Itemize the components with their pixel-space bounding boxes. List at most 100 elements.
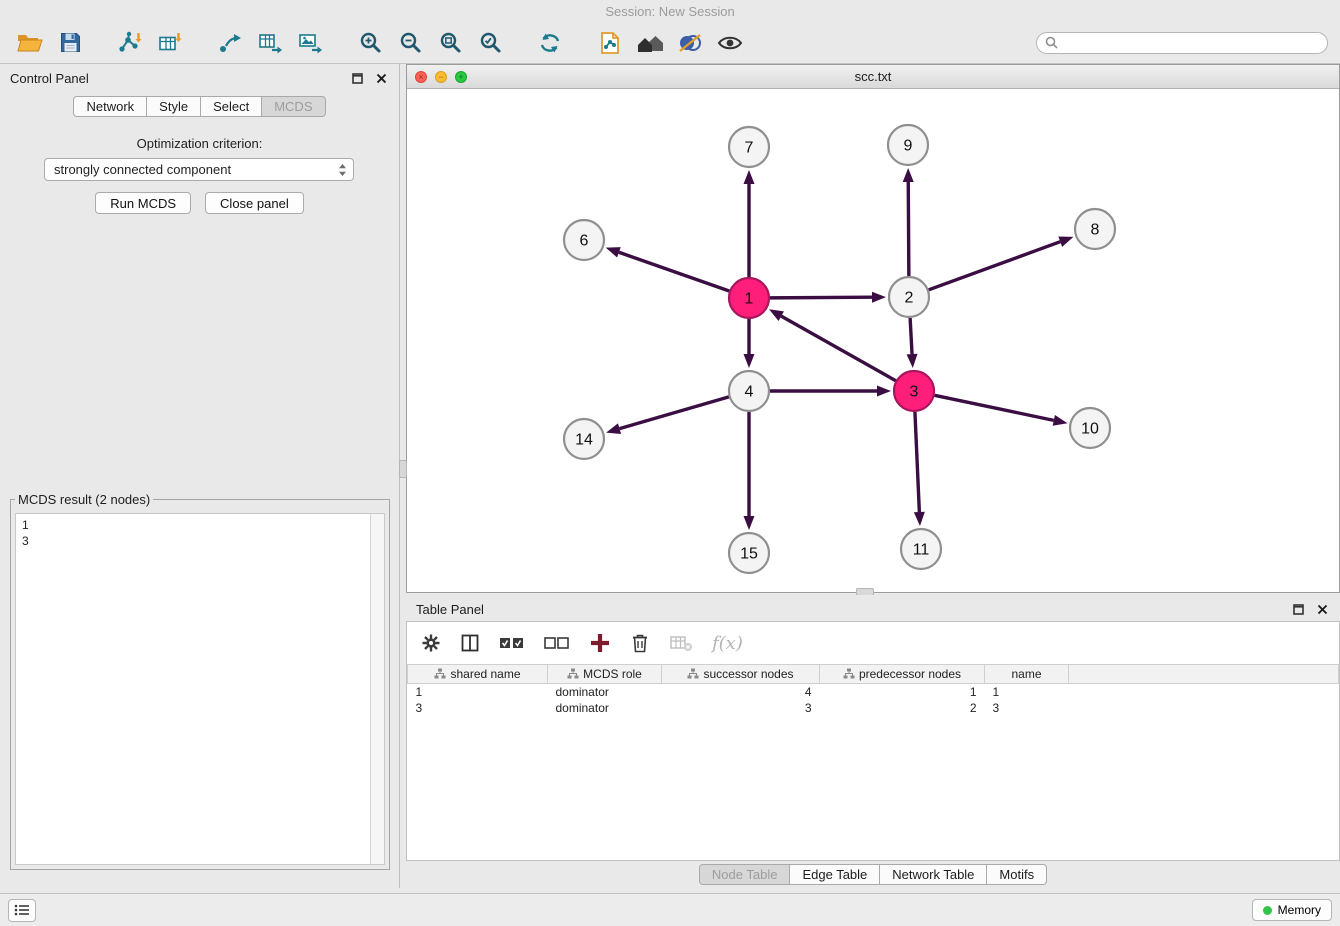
- import-table-button[interactable]: [152, 27, 188, 59]
- graph-node-15[interactable]: 15: [729, 533, 769, 573]
- graph-node-2[interactable]: 2: [889, 277, 929, 317]
- graph-edge-4-14[interactable]: [606, 397, 729, 434]
- column-header-successor-nodes[interactable]: successor nodes: [662, 665, 820, 684]
- close-panel-x-button[interactable]: [373, 70, 389, 86]
- tab-mcds[interactable]: MCDS: [262, 96, 325, 117]
- zoom-fit-button[interactable]: [432, 27, 468, 59]
- clone-network-button[interactable]: [592, 27, 628, 59]
- table-cell[interactable]: 3: [985, 700, 1069, 716]
- table-tab-edge-table[interactable]: Edge Table: [790, 864, 880, 885]
- table-cell[interactable]: 1: [408, 684, 548, 700]
- graph-node-14[interactable]: 14: [564, 419, 604, 459]
- table-cell[interactable]: 2: [820, 700, 985, 716]
- vertical-splitter-grip[interactable]: [399, 460, 407, 478]
- table-cell[interactable]: dominator: [548, 700, 662, 716]
- tab-network[interactable]: Network: [73, 96, 147, 117]
- column-header-predecessor-nodes[interactable]: predecessor nodes: [820, 665, 985, 684]
- export-image-button[interactable]: [292, 27, 328, 59]
- graph-node-8[interactable]: 8: [1075, 209, 1115, 249]
- table-cell[interactable]: 3: [408, 700, 548, 716]
- graph-edge-2-8[interactable]: [929, 237, 1074, 290]
- graph-edge-3-11[interactable]: [914, 412, 925, 526]
- save-session-button[interactable]: [52, 27, 88, 59]
- function-builder-button[interactable]: f(x): [712, 633, 743, 654]
- graph-edge-3-1[interactable]: [769, 309, 896, 380]
- graph-node-7[interactable]: 7: [729, 127, 769, 167]
- table-row[interactable]: 1dominator411: [408, 684, 1339, 700]
- result-scrollbar-track[interactable]: [370, 514, 384, 864]
- open-session-button[interactable]: [12, 27, 48, 59]
- tab-style[interactable]: Style: [147, 96, 201, 117]
- graph-node-label: 9: [904, 138, 913, 155]
- graph-canvas[interactable]: 7 9 6 8 1 2 4 3 14 10 15 11: [407, 89, 1339, 592]
- search-icon: [1045, 36, 1058, 49]
- delete-column-button[interactable]: [630, 632, 650, 654]
- run-mcds-button[interactable]: Run MCDS: [95, 192, 191, 214]
- table-cell[interactable]: 1: [820, 684, 985, 700]
- graph-node-9[interactable]: 9: [888, 125, 928, 165]
- close-window-icon[interactable]: ×: [415, 71, 427, 83]
- show-hide-graphics-button[interactable]: [712, 27, 748, 59]
- graph-node-label: 14: [575, 432, 593, 449]
- graph-edge-1-2[interactable]: [770, 292, 886, 303]
- table-tab-motifs[interactable]: Motifs: [987, 864, 1047, 885]
- graph-edge-4-3[interactable]: [770, 386, 891, 397]
- graph-edge-4-15[interactable]: [744, 412, 755, 530]
- style-button[interactable]: [672, 27, 708, 59]
- graph-edge-3-10[interactable]: [935, 395, 1068, 425]
- zoom-selected-button[interactable]: [472, 27, 508, 59]
- zoom-in-button[interactable]: [352, 27, 388, 59]
- tab-select[interactable]: Select: [201, 96, 262, 117]
- table-tab-node-table[interactable]: Node Table: [699, 864, 791, 885]
- graph-edge-1-7[interactable]: [744, 170, 755, 277]
- graph-node-1[interactable]: 1: [729, 278, 769, 318]
- close-icon: [376, 73, 387, 84]
- graph-edge-1-6[interactable]: [606, 247, 729, 291]
- new-network-button[interactable]: [212, 27, 248, 59]
- close-panel-button[interactable]: Close panel: [205, 192, 304, 214]
- import-network-button[interactable]: [112, 27, 148, 59]
- search-field[interactable]: [1036, 32, 1328, 54]
- graph-edge-1-4[interactable]: [744, 319, 755, 368]
- zoom-out-button[interactable]: [392, 27, 428, 59]
- table-cell[interactable]: 1: [985, 684, 1069, 700]
- graph-node-10[interactable]: 10: [1070, 408, 1110, 448]
- graph-node-3[interactable]: 3: [894, 371, 934, 411]
- zoom-window-icon[interactable]: +: [455, 71, 467, 83]
- show-columns-button[interactable]: [460, 633, 480, 653]
- graph-edge-2-3[interactable]: [907, 318, 918, 368]
- graph-edge-2-9[interactable]: [903, 168, 914, 276]
- mcds-result-text[interactable]: 1 3: [16, 514, 370, 864]
- column-header-mcds-role[interactable]: MCDS role: [548, 665, 662, 684]
- minimize-window-icon[interactable]: −: [435, 71, 447, 83]
- refresh-layout-button[interactable]: [532, 27, 568, 59]
- network-view-window: scc.txt × − + 7 9 6 8 1 2 4 3 14 10 15 11: [406, 64, 1340, 593]
- task-history-button[interactable]: [8, 899, 36, 922]
- graph-node-11[interactable]: 11: [901, 529, 941, 569]
- criterion-dropdown[interactable]: strongly connected component: [44, 158, 354, 181]
- table-row[interactable]: 3dominator323: [408, 700, 1339, 716]
- graph-node-4[interactable]: 4: [729, 371, 769, 411]
- graph-node-label: 2: [905, 290, 914, 307]
- column-header-name[interactable]: name: [985, 665, 1069, 684]
- float-table-panel-button[interactable]: [1290, 601, 1306, 617]
- delete-table-button[interactable]: [669, 633, 693, 653]
- column-header-shared-name[interactable]: shared name: [408, 665, 548, 684]
- select-all-button[interactable]: [499, 634, 525, 652]
- toolbar-separator: [332, 42, 348, 43]
- network-window-titlebar[interactable]: scc.txt × − +: [407, 65, 1339, 89]
- table-cell[interactable]: 4: [662, 684, 820, 700]
- graph-node-6[interactable]: 6: [564, 220, 604, 260]
- table-settings-button[interactable]: [421, 633, 441, 653]
- table-cell[interactable]: 3: [662, 700, 820, 716]
- float-panel-button[interactable]: [349, 70, 365, 86]
- table-cell[interactable]: dominator: [548, 684, 662, 700]
- table-tab-network-table[interactable]: Network Table: [880, 864, 987, 885]
- close-table-panel-button[interactable]: [1314, 601, 1330, 617]
- export-table-button[interactable]: [252, 27, 288, 59]
- home-button[interactable]: [632, 27, 668, 59]
- search-input[interactable]: [1063, 36, 1319, 50]
- add-column-button[interactable]: [589, 632, 611, 654]
- deselect-all-button[interactable]: [544, 634, 570, 652]
- memory-button[interactable]: Memory: [1252, 899, 1332, 921]
